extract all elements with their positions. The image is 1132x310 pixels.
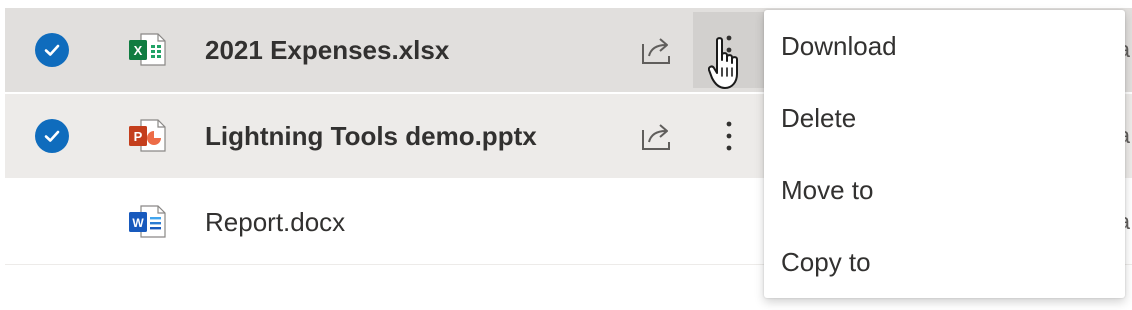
row-checkbox-checked[interactable]: [35, 119, 69, 153]
share-icon[interactable]: [639, 120, 675, 152]
hand-pointer-cursor-icon: [708, 37, 738, 89]
menu-item-copy-to[interactable]: Copy to: [764, 226, 1125, 298]
row-checkbox-checked[interactable]: [35, 33, 69, 67]
checkmark-icon: [44, 130, 60, 142]
more-actions-button[interactable]: [693, 98, 765, 174]
file-name[interactable]: Lightning Tools demo.pptx: [205, 94, 537, 178]
svg-text:W: W: [132, 216, 144, 230]
svg-text:P: P: [134, 129, 143, 144]
menu-item-delete[interactable]: Delete: [764, 82, 1125, 154]
word-file-icon: W: [129, 205, 166, 238]
svg-text:X: X: [134, 43, 143, 58]
share-icon[interactable]: [639, 34, 675, 66]
more-vertical-icon: [726, 121, 732, 151]
file-name[interactable]: 2021 Expenses.xlsx: [205, 8, 449, 92]
menu-item-download[interactable]: Download: [764, 10, 1125, 82]
powerpoint-file-icon: P: [129, 119, 166, 152]
file-name[interactable]: Report.docx: [205, 180, 345, 264]
menu-item-move-to[interactable]: Move to: [764, 154, 1125, 226]
checkmark-icon: [44, 44, 60, 56]
context-menu: Download Delete Move to Copy to: [764, 10, 1125, 298]
excel-file-icon: X: [129, 33, 166, 66]
